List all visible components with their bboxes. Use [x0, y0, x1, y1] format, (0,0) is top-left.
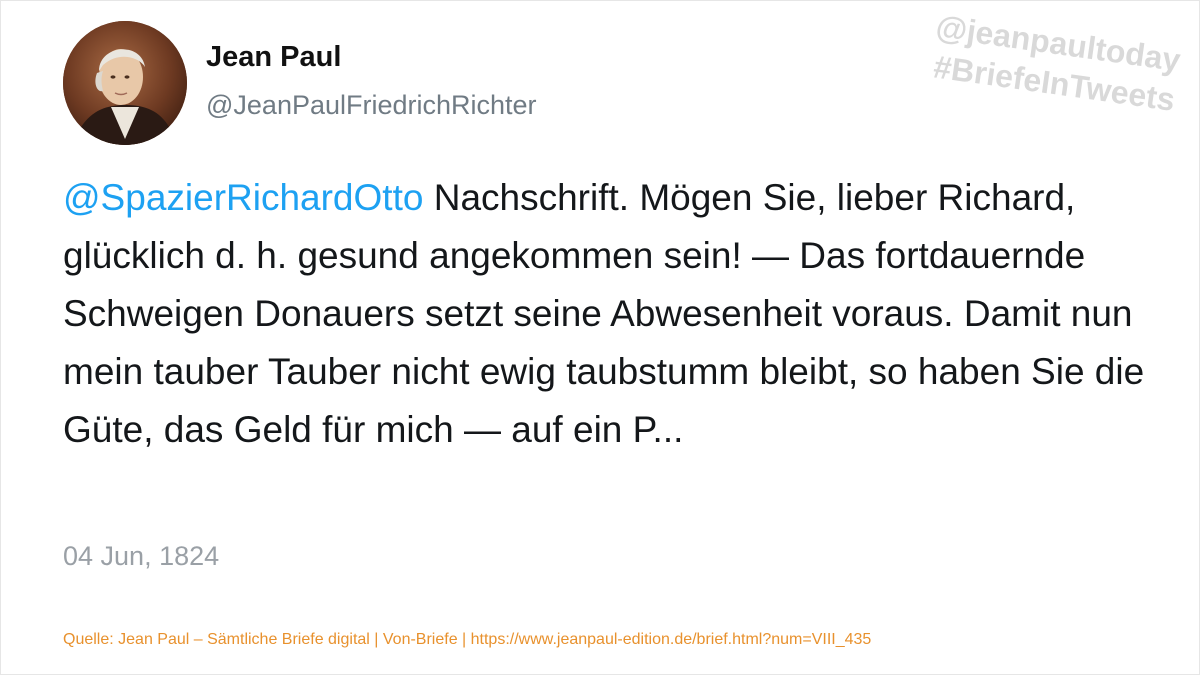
- source-citation: Quelle: Jean Paul – Sämtliche Briefe dig…: [63, 631, 872, 648]
- avatar[interactable]: [63, 21, 187, 145]
- author-handle[interactable]: @JeanPaulFriedrichRichter: [206, 90, 537, 121]
- portrait-image: [63, 21, 187, 145]
- mention-link[interactable]: @SpazierRichardOtto: [63, 177, 423, 218]
- watermark: @jeanpaultoday #BriefeInTweets: [865, 0, 1183, 189]
- tweet-card: Jean Paul @JeanPaulFriedrichRichter @jea…: [0, 0, 1200, 675]
- author-display-name[interactable]: Jean Paul: [206, 41, 341, 74]
- tweet-text: @SpazierRichardOtto Nachschrift. Mögen S…: [63, 169, 1153, 459]
- tweet-date: 04 Jun, 1824: [63, 541, 220, 571]
